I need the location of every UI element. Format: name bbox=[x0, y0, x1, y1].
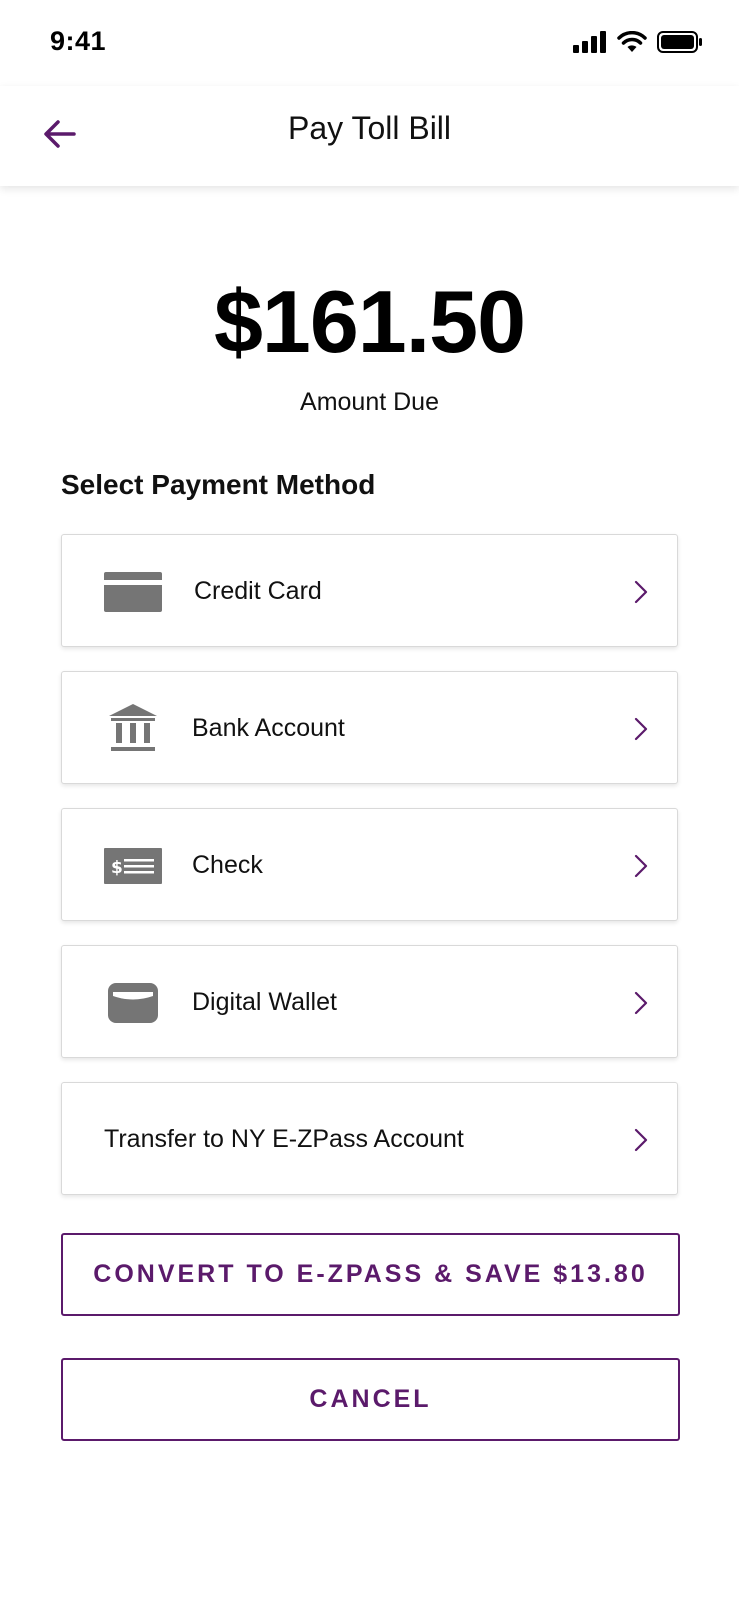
method-label: Transfer to NY E-ZPass Account bbox=[104, 1125, 464, 1153]
payment-method-bank-account[interactable]: Bank Account bbox=[61, 671, 678, 784]
chevron-right-icon bbox=[631, 535, 651, 648]
check-icon: $ bbox=[102, 809, 164, 922]
payment-method-check[interactable]: $ Check bbox=[61, 808, 678, 921]
convert-to-ezpass-button[interactable]: CONVERT TO E-ZPASS & SAVE $13.80 bbox=[61, 1233, 680, 1316]
bank-icon bbox=[102, 672, 164, 785]
chevron-right-icon bbox=[631, 672, 651, 785]
chevron-right-icon bbox=[631, 1083, 651, 1196]
credit-card-icon bbox=[102, 535, 164, 648]
payment-method-heading: Select Payment Method bbox=[61, 469, 376, 500]
status-bar: 9:41 bbox=[0, 0, 739, 86]
cancel-button[interactable]: CANCEL bbox=[61, 1358, 680, 1441]
payment-method-credit-card[interactable]: Credit Card bbox=[61, 534, 678, 647]
wifi-icon bbox=[617, 30, 647, 58]
amount-due-label: Amount Due bbox=[300, 388, 439, 416]
payment-method-transfer-ezpass[interactable]: Transfer to NY E-ZPass Account bbox=[61, 1082, 678, 1195]
amount-due-value: $161.50 bbox=[213, 272, 526, 371]
status-icons bbox=[573, 30, 703, 58]
nav-header: Pay Toll Bill bbox=[0, 86, 739, 186]
method-label: Check bbox=[192, 851, 263, 879]
status-time: 9:41 bbox=[50, 26, 107, 56]
chevron-right-icon bbox=[631, 809, 651, 922]
svg-text:$: $ bbox=[111, 858, 123, 878]
method-label: Credit Card bbox=[194, 577, 322, 605]
wallet-icon bbox=[102, 946, 164, 1059]
cellular-signal-icon bbox=[573, 30, 607, 58]
payment-method-digital-wallet[interactable]: Digital Wallet bbox=[61, 945, 678, 1058]
page-title: Pay Toll Bill bbox=[287, 110, 452, 146]
chevron-right-icon bbox=[631, 946, 651, 1059]
battery-icon bbox=[657, 30, 703, 59]
method-label: Bank Account bbox=[192, 714, 345, 742]
method-label: Digital Wallet bbox=[192, 988, 337, 1016]
